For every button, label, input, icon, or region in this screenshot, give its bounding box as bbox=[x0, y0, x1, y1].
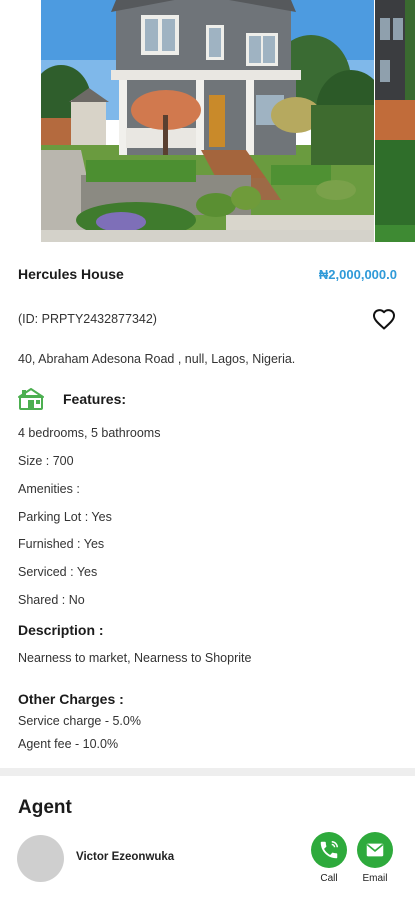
property-address: 40, Abraham Adesona Road , null, Lagos, … bbox=[18, 352, 296, 366]
id-row: (ID: PRPTY2432877342) bbox=[18, 306, 397, 332]
phone-icon bbox=[311, 832, 347, 868]
description-heading: Description : bbox=[18, 622, 104, 638]
property-title: Hercules House bbox=[18, 266, 124, 282]
feature-item: Size : 700 bbox=[18, 454, 74, 468]
property-photo-main[interactable] bbox=[41, 0, 374, 242]
feature-item: Parking Lot : Yes bbox=[18, 510, 112, 524]
feature-item: Shared : No bbox=[18, 593, 85, 607]
house-icon bbox=[18, 387, 44, 411]
email-button[interactable]: Email bbox=[356, 832, 394, 884]
feature-item: Amenities : bbox=[18, 482, 80, 496]
property-photo-next[interactable] bbox=[375, 0, 415, 242]
feature-item: Furnished : Yes bbox=[18, 537, 105, 551]
features-heading: Features: bbox=[18, 387, 126, 411]
feature-item: 4 bedrooms, 5 bathrooms bbox=[18, 426, 161, 440]
features-label: Features: bbox=[63, 391, 127, 407]
call-label: Call bbox=[320, 873, 338, 884]
mail-icon bbox=[357, 832, 393, 868]
agent-heading: Agent bbox=[18, 797, 72, 818]
property-image-gallery[interactable] bbox=[0, 0, 415, 242]
charge-item: Agent fee - 10.0% bbox=[18, 737, 119, 751]
agent-avatar bbox=[17, 835, 64, 882]
property-id: (ID: PRPTY2432877342) bbox=[18, 312, 157, 326]
section-divider bbox=[0, 768, 415, 776]
feature-item: Serviced : Yes bbox=[18, 565, 98, 579]
favorite-heart-icon[interactable] bbox=[371, 306, 397, 332]
charge-item: Service charge - 5.0% bbox=[18, 714, 141, 728]
call-button[interactable]: Call bbox=[310, 832, 348, 884]
title-row: Hercules House ₦2,000,000.0 bbox=[18, 266, 397, 282]
property-price: ₦2,000,000.0 bbox=[318, 266, 397, 282]
agent-name: Victor Ezeonwuka bbox=[76, 851, 175, 863]
email-label: Email bbox=[362, 873, 388, 884]
description-text: Nearness to market, Nearness to Shoprite bbox=[18, 651, 252, 665]
other-charges-heading: Other Charges : bbox=[18, 691, 124, 707]
